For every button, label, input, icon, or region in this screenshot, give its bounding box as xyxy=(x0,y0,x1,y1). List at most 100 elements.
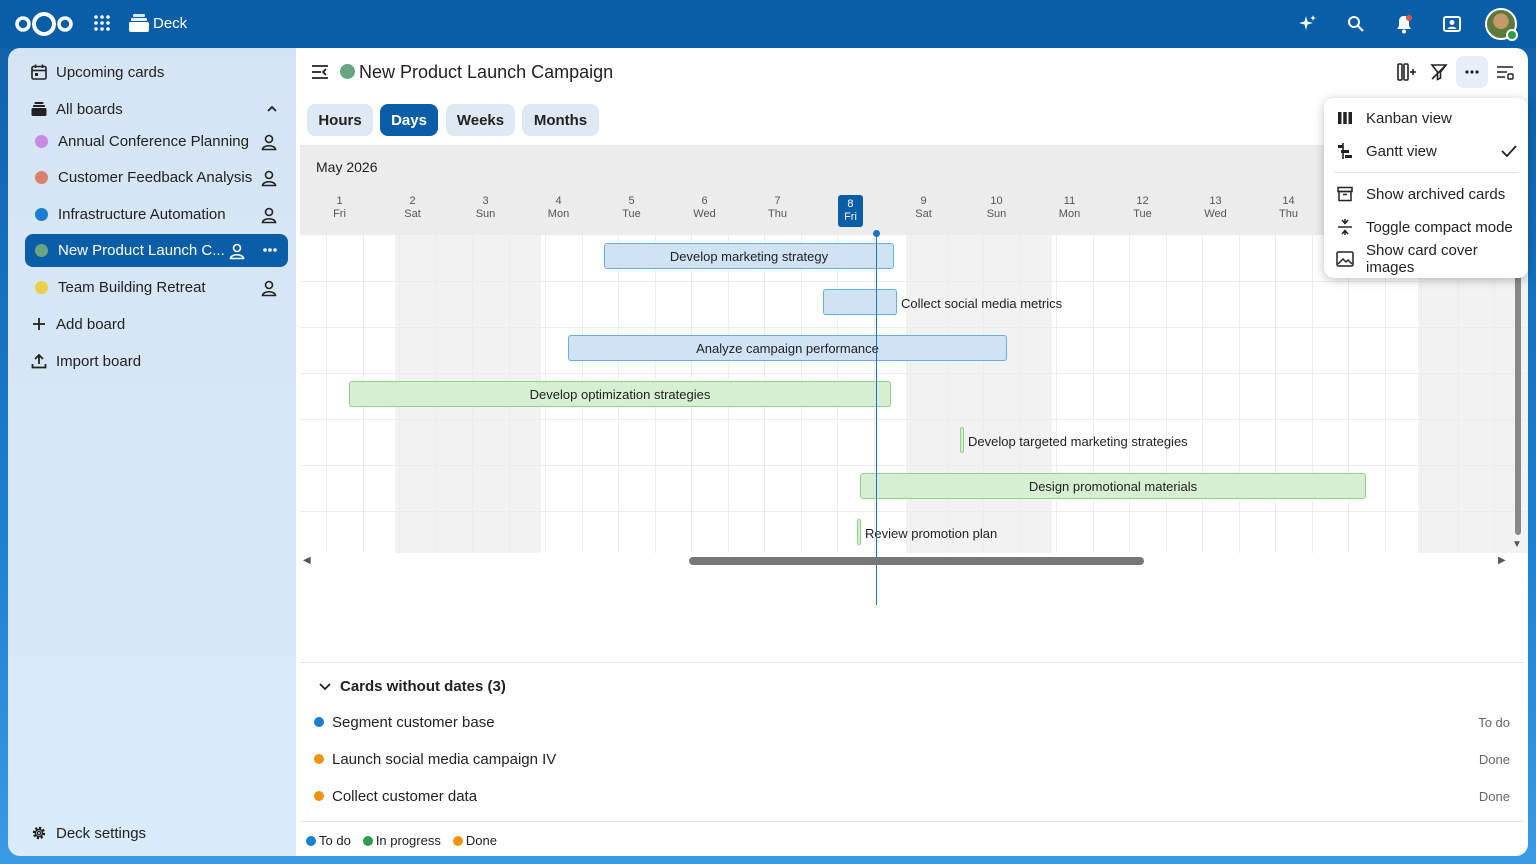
gantt-day-weekday: Sat xyxy=(915,208,932,220)
shared-user-icon[interactable] xyxy=(260,206,278,224)
deck-app-icon[interactable] xyxy=(129,14,149,32)
gantt-bar[interactable] xyxy=(960,427,964,453)
add-list-icon[interactable] xyxy=(1396,62,1418,82)
gantt-day-number: 10 xyxy=(990,195,1003,207)
view-hours-button[interactable]: Hours xyxy=(307,104,373,136)
gantt-day-column: 5 Tue xyxy=(595,195,668,221)
cards-without-dates-header[interactable]: Cards without dates (3) xyxy=(340,678,506,695)
chevron-up-icon[interactable] xyxy=(266,103,278,115)
gantt-bar[interactable]: Develop marketing strategy xyxy=(604,243,894,269)
view-weeks-button[interactable]: Weeks xyxy=(446,104,515,136)
assistant-sparkle-icon[interactable] xyxy=(1297,13,1319,35)
gear-icon xyxy=(30,824,48,842)
apps-grid-icon[interactable] xyxy=(93,14,111,32)
gantt-body: Develop marketing strategy Collect socia… xyxy=(300,235,1528,553)
board-item-team-building[interactable]: Team Building Retreat xyxy=(25,271,288,304)
gantt-day-number: 14 xyxy=(1282,195,1295,207)
shared-user-icon[interactable] xyxy=(260,169,278,187)
horizontal-scrollbar[interactable] xyxy=(689,557,1144,565)
search-icon[interactable] xyxy=(1345,13,1367,35)
menu-item-label: Show card cover images xyxy=(1366,242,1478,276)
app-name[interactable]: Deck xyxy=(153,15,187,32)
board-label: Customer Feedback Analysis xyxy=(58,169,253,186)
gantt-day-weekday: Wed xyxy=(1204,208,1227,220)
gantt-day-label: 5 Tue xyxy=(595,195,668,221)
gantt-bar[interactable]: Develop optimization strategies xyxy=(349,381,891,407)
menu-item-kanban-view[interactable]: Kanban view xyxy=(1324,102,1528,134)
legend-divider xyxy=(300,821,1524,822)
gantt-day-column: 13 Wed xyxy=(1179,195,1252,221)
scroll-right-arrow[interactable]: ▶ xyxy=(1498,555,1506,566)
undated-card-row[interactable]: Collect customer data Done xyxy=(314,784,1510,808)
archive-icon xyxy=(1336,185,1354,203)
grid-line xyxy=(1384,235,1386,553)
menu-item-gantt-view[interactable]: Gantt view xyxy=(1324,135,1528,167)
gantt-day-number: 12 xyxy=(1136,195,1149,207)
scroll-down-arrow[interactable]: ▼ xyxy=(1512,539,1522,550)
gantt-day-label: 8 Fri xyxy=(838,195,863,227)
gantt-bar[interactable] xyxy=(857,519,861,545)
user-avatar[interactable] xyxy=(1485,8,1518,41)
import-board-button[interactable]: Import board xyxy=(18,345,288,377)
grid-line xyxy=(946,235,948,553)
board-color-dot xyxy=(35,171,48,184)
grid-row-line xyxy=(300,465,1528,466)
shared-user-icon[interactable] xyxy=(260,279,278,297)
filter-off-icon[interactable] xyxy=(1428,62,1450,82)
gantt-day-weekday: Tue xyxy=(622,208,641,220)
contacts-icon[interactable] xyxy=(1441,13,1463,35)
board-item-customer-feedback[interactable]: Customer Feedback Analysis xyxy=(25,161,288,194)
all-boards-item[interactable]: All boards xyxy=(18,93,288,125)
gantt-bar[interactable]: Design promotional materials xyxy=(860,473,1366,499)
deck-settings-button[interactable]: Deck settings xyxy=(18,817,288,849)
view-days-button[interactable]: Days xyxy=(380,104,438,136)
board-title: New Product Launch Campaign xyxy=(359,62,614,82)
gantt-day-weekday: Thu xyxy=(1279,208,1298,220)
upload-icon xyxy=(30,352,48,370)
gantt-day-number: 1 xyxy=(336,195,343,207)
board-item-annual-conference[interactable]: Annual Conference Planning xyxy=(25,125,288,158)
card-title: Collect customer data xyxy=(332,787,478,805)
shared-user-icon[interactable] xyxy=(228,242,246,260)
board-item-new-product-launch[interactable]: New Product Launch C... xyxy=(25,234,288,267)
card-status: Done xyxy=(1478,788,1510,804)
view-months-button[interactable]: Months xyxy=(522,104,599,136)
gantt-month-label: May 2026 xyxy=(316,159,378,175)
scroll-left-arrow[interactable]: ◀ xyxy=(303,555,311,566)
menu-item-show-archived[interactable]: Show archived cards xyxy=(1324,178,1528,210)
gantt-day-column: 4 Mon xyxy=(522,195,595,221)
menu-item-label: Gantt view xyxy=(1366,142,1437,160)
undated-card-row[interactable]: Launch social media campaign IV Done xyxy=(314,747,1510,771)
card-status: To do xyxy=(1478,714,1510,730)
shared-user-icon[interactable] xyxy=(260,133,278,151)
chevron-down-icon[interactable] xyxy=(318,680,332,694)
gantt-bar[interactable] xyxy=(823,289,897,315)
notifications-bell-icon[interactable] xyxy=(1393,13,1415,35)
board-label: Annual Conference Planning xyxy=(58,133,249,150)
toggle-sidebar-icon[interactable] xyxy=(310,63,330,81)
gantt-day-number: 9 xyxy=(920,195,927,207)
gantt-day-weekday: Wed xyxy=(693,208,716,220)
add-board-button[interactable]: Add board xyxy=(18,308,288,340)
upcoming-cards-item[interactable]: Upcoming cards xyxy=(18,56,288,88)
nextcloud-logo[interactable] xyxy=(14,10,74,38)
gantt-day-label: 7 Thu xyxy=(741,195,814,221)
gantt-day-column: 9 Sat xyxy=(887,195,960,221)
board-item-infrastructure-automation[interactable]: Infrastructure Automation xyxy=(25,198,288,231)
undated-card-row[interactable]: Segment customer base To do xyxy=(314,710,1510,734)
gantt-day-label: 11 Mon xyxy=(1033,195,1106,221)
gantt-bar[interactable]: Analyze campaign performance xyxy=(568,335,1007,361)
menu-item-label: Show archived cards xyxy=(1366,185,1506,203)
card-title: Segment customer base xyxy=(332,713,495,731)
more-horizontal-icon xyxy=(1465,70,1479,74)
grid-row-line xyxy=(300,281,1528,282)
menu-item-compact-mode[interactable]: Toggle compact mode xyxy=(1324,211,1528,243)
gantt-day-number: 8 xyxy=(847,198,854,210)
grid-line xyxy=(1238,235,1240,553)
view-options-button[interactable] xyxy=(1456,56,1488,88)
menu-item-card-cover-images[interactable]: Show card cover images xyxy=(1324,242,1528,276)
board-details-icon[interactable] xyxy=(1494,62,1516,82)
board-more-icon[interactable] xyxy=(260,240,280,260)
grid-line xyxy=(1165,235,1167,553)
vertical-scrollbar[interactable] xyxy=(1515,235,1521,535)
